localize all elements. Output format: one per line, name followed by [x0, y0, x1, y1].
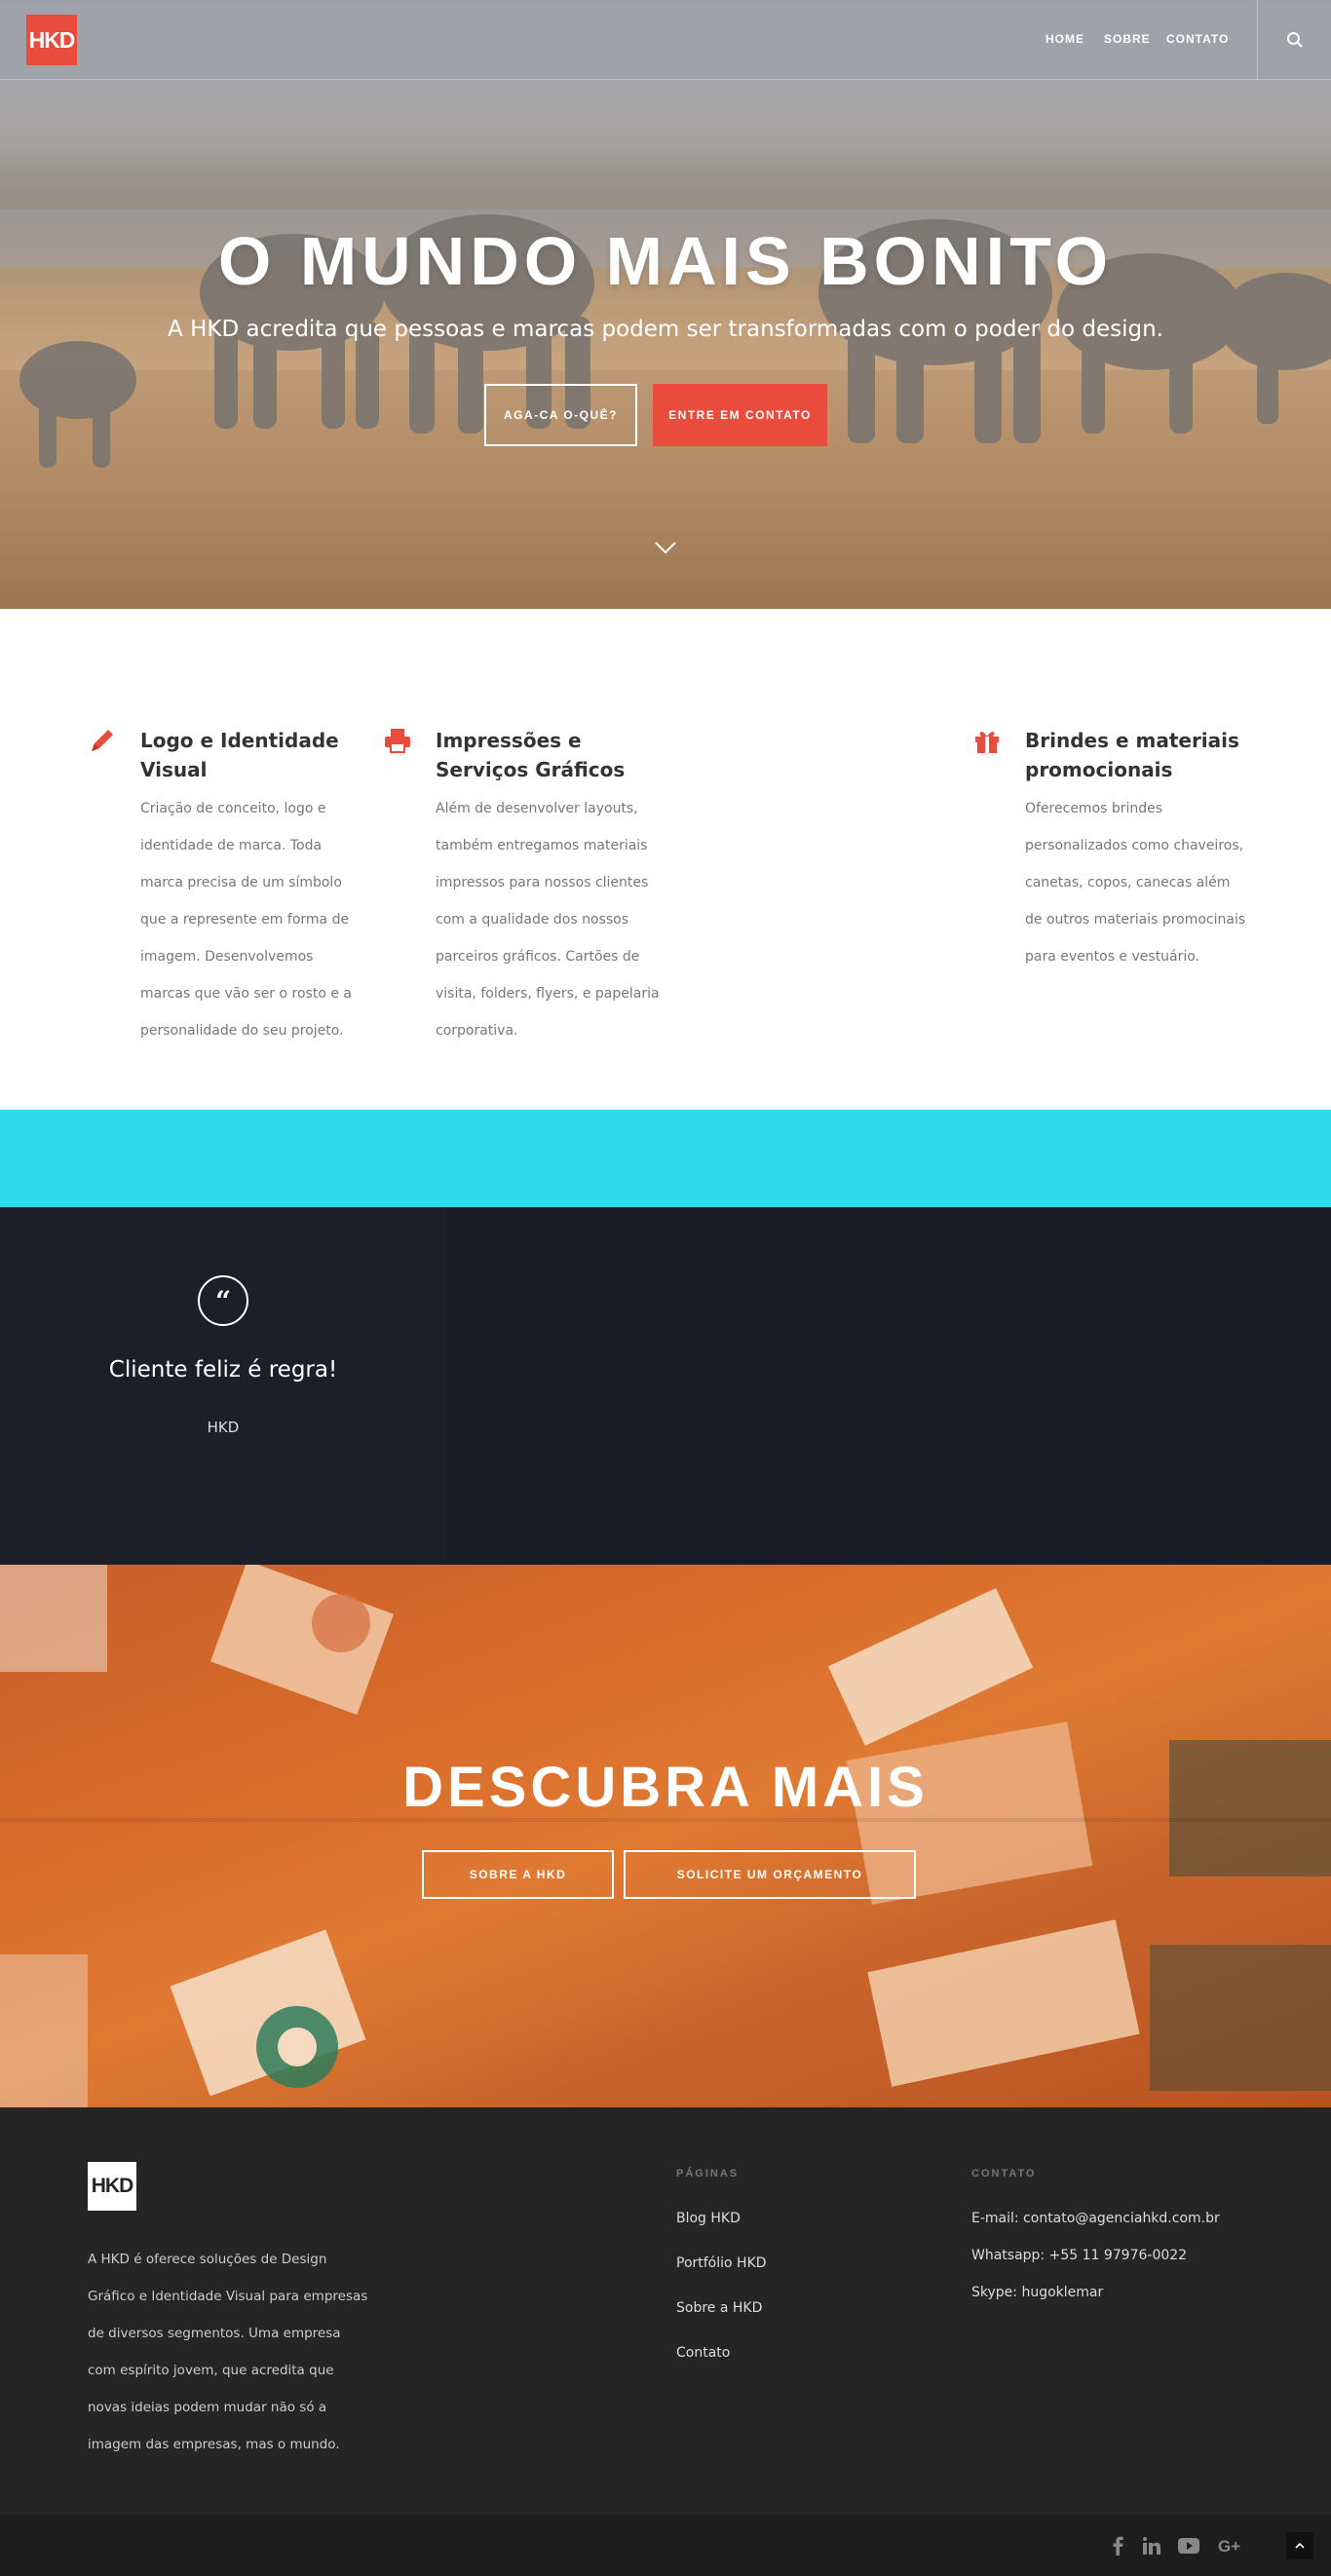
contact-button[interactable]: ENTRE EM CONTATO [653, 384, 827, 446]
service-title: Impressões e Serviços Gráficos [436, 729, 626, 781]
elephants-illustration [19, 214, 1331, 468]
testimonial-text: Cliente feliz é regra! [108, 1357, 338, 1383]
linkedin-icon[interactable] [1140, 2534, 1163, 2557]
hero-subtitle: A HKD acredita que pessoas e marcas pode… [168, 317, 1163, 342]
testimonial-section: “ Cliente feliz é regra! HKD [0, 1207, 1331, 1565]
footer-logo[interactable]: HKD [88, 2162, 136, 2211]
testimonial-image-area [446, 1207, 1331, 1565]
testimonial-panel: “ Cliente feliz é regra! HKD [0, 1207, 446, 1565]
service-title: Brindes e materiais promocionais [1025, 729, 1239, 781]
gift-icon [975, 732, 999, 753]
hero-section: O MUNDO MAIS BONITO A HKD acredita que p… [0, 0, 1331, 609]
search-button[interactable] [1257, 0, 1331, 80]
footer-bottom-bar: G+ [0, 2515, 1331, 2576]
google-plus-icon[interactable]: G+ [1217, 2534, 1246, 2557]
workspace-background [0, 1565, 1331, 2107]
nav-sobre[interactable]: SOBRE [1104, 32, 1151, 46]
pencil-icon [92, 730, 113, 751]
footer-link-about[interactable]: Sobre a HKD [676, 2300, 762, 2316]
search-icon [1286, 32, 1303, 48]
back-to-top-button[interactable] [1286, 2532, 1313, 2559]
quote-request-button[interactable]: SOLICITE UM ORÇAMENTO [624, 1850, 916, 1899]
youtube-icon[interactable] [1177, 2534, 1200, 2557]
footer-link-portfolio[interactable]: Portfólio HKD [676, 2255, 767, 2271]
footer-about: A HKD é oferece soluções de Design Gráfi… [88, 2252, 368, 2452]
footer-skype: Skype: hugoklemar [971, 2285, 1104, 2300]
printer-icon [385, 729, 410, 753]
about-button[interactable]: SOBRE A HKD [422, 1850, 614, 1899]
footer-contact-heading: CONTATO [971, 2168, 1037, 2179]
testimonial-author: HKD [207, 1419, 240, 1436]
discover-title: DESCUBRA MAIS [402, 1756, 929, 1819]
quote-icon: “ [198, 1275, 248, 1326]
discover-section: DESCUBRA MAIS SOBRE A HKD SOLICITE UM OR… [0, 1565, 1331, 2107]
footer-link-blog[interactable]: Blog HKD [676, 2211, 741, 2226]
facebook-icon[interactable] [1106, 2534, 1129, 2557]
what-button[interactable]: AGA-CA O-QUÊ? [484, 384, 637, 446]
service-text: Criação de conceito, logo e identidade d… [140, 801, 352, 1039]
service-text: Oferecemos brindes personalizados como c… [1025, 801, 1246, 965]
service-text: Além de desenvolver layouts, também entr… [436, 801, 660, 1039]
hero-title: O MUNDO MAIS BONITO [217, 223, 1114, 299]
footer-link-contact[interactable]: Contato [676, 2345, 730, 2361]
cyan-divider [0, 1110, 1331, 1207]
nav-contato[interactable]: CONTATO [1166, 32, 1229, 46]
footer-whatsapp: Whatsapp: +55 11 97976-0022 [971, 2248, 1188, 2263]
svg-text:G+: G+ [1218, 2537, 1240, 2555]
chevron-up-icon [1295, 2542, 1305, 2549]
services-section: Logo e Identidade Visual Criação de conc… [0, 609, 1331, 1110]
site-header: HKD HOME SOBRE CONTATO [0, 0, 1331, 80]
logo[interactable]: HKD [26, 15, 77, 65]
nav-home[interactable]: HOME [1046, 32, 1084, 46]
service-title: Logo e Identidade Visual [140, 729, 339, 781]
footer-email: E-mail: contato@agenciahkd.com.br [971, 2211, 1220, 2226]
site-footer: HKD A HKD é oferece soluções de Design G… [0, 2107, 1331, 2515]
footer-pages-heading: PÁGINAS [676, 2168, 740, 2179]
chevron-down-icon[interactable] [653, 538, 678, 557]
